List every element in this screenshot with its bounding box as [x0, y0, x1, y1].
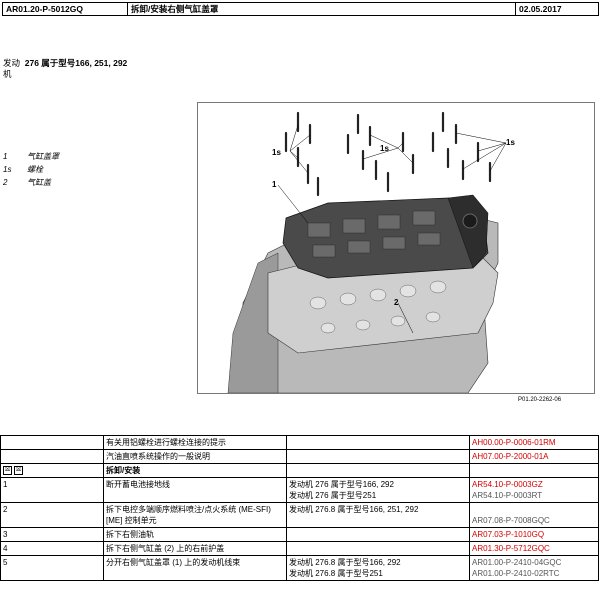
step-link[interactable]: AR01.00-P-2410-04GQC — [472, 557, 596, 568]
step-number: 4 — [0, 541, 104, 556]
step-link[interactable]: AR01.00-P-2410-02RTC — [472, 568, 596, 579]
table-row: 汽油直喷系统操作的一般说明 AH07.00-P-2000-01A — [0, 449, 599, 464]
section-heading: 拆卸/安装 — [103, 463, 287, 478]
step-text: 拆下右侧油轨 — [103, 527, 287, 542]
doc-date: 02.05.2017 — [515, 2, 599, 16]
engine-applicability: 发动 276 属于型号166, 251, 292 机 — [3, 58, 127, 80]
info-link[interactable]: AH07.00-P-2000-01A — [469, 449, 599, 464]
table-row: 有关用铝螺栓进行螺栓连接的提示 AH00.00-P-0006-01RM — [0, 435, 599, 450]
callout-1: 1 — [272, 180, 277, 189]
info-link[interactable]: AH00.00-P-0006-01RM — [469, 435, 599, 450]
step-link[interactable]: AR54.10-P-0003RT — [472, 490, 596, 501]
legend-item: 2 气缸盖 — [3, 178, 51, 187]
step-number: 5 — [0, 555, 104, 581]
legend-item: 1s 螺栓 — [3, 165, 43, 174]
callout-1s-a: 1s — [272, 148, 281, 157]
doc-title: 拆卸/安装右侧气缸盖罩 — [127, 2, 516, 16]
intro-line2: 机 — [3, 69, 12, 79]
callout-2: 2 — [394, 298, 399, 307]
step-number: 1 — [0, 477, 104, 503]
callout-1s-b: 1s — [380, 144, 389, 153]
step-number: 2 — [0, 502, 104, 528]
callout-1s-c: 1s — [506, 138, 515, 147]
step-link[interactable]: AR07.03-P-1010GQ — [469, 527, 599, 542]
install-icon: ⛝ — [14, 466, 23, 476]
table-row: ⛝ ⛝ 拆卸/安装 — [0, 463, 599, 478]
info-text: 有关用铝螺栓进行螺栓连接的提示 — [103, 435, 287, 450]
step-link[interactable]: AR54.10-P-0003GZ — [472, 479, 596, 490]
doc-id: AR01.20-P-5012GQ — [2, 2, 128, 16]
engine-drawing: 1s 1s 1s 1 2 — [227, 111, 515, 394]
remove-icon: ⛝ — [3, 466, 12, 476]
step-number: 3 — [0, 527, 104, 542]
legend-item: 1 气缸盖罩 — [3, 152, 59, 161]
step-text: 拆下电控多端顺序燃料喷注/点火系统 (ME-SFI) [ME] 控制单元 — [103, 502, 287, 528]
step-link[interactable]: AR01.30-P-5712GQC — [469, 541, 599, 556]
engine-illustration: 1s 1s 1s 1 2 — [197, 102, 595, 394]
table-row: 1 断开蓄电池接地线 发动机 276 属于型号166, 292 发动机 276 属… — [0, 477, 599, 503]
step-text: 断开蓄电池接地线 — [103, 477, 287, 503]
step-text: 拆下右侧气缸盖 (2) 上的右前护盖 — [103, 541, 287, 556]
table-row: 2 拆下电控多端顺序燃料喷注/点火系统 (ME-SFI) [ME] 控制单元 发… — [0, 502, 599, 528]
procedure-table: 有关用铝螺栓进行螺栓连接的提示 AH00.00-P-0006-01RM 汽油直喷… — [0, 435, 599, 581]
intro-prefix: 发动 — [3, 58, 21, 68]
figure-code: P01.20-2262-06 — [518, 397, 562, 403]
intro-bold: 276 属于型号166, 251, 292 — [24, 58, 128, 68]
step-link[interactable]: AR07.08-P-7008GQC — [472, 515, 596, 526]
info-text: 汽油直喷系统操作的一般说明 — [103, 449, 287, 464]
document-header: AR01.20-P-5012GQ 拆卸/安装右侧气缸盖罩 02.05.2017 — [2, 2, 599, 16]
table-row: 4 拆下右侧气缸盖 (2) 上的右前护盖 AR01.30-P-5712GQC — [0, 541, 599, 556]
step-text: 分开右侧气缸盖罩 (1) 上的发动机线束 — [103, 555, 287, 581]
table-row: 5 分开右侧气缸盖罩 (1) 上的发动机线束 发动机 276.8 属于型号166… — [0, 555, 599, 581]
figure-legend: 1 气缸盖罩 1s 螺栓 2 气缸盖 — [3, 150, 59, 189]
table-row: 3 拆下右侧油轨 AR07.03-P-1010GQ — [0, 527, 599, 542]
